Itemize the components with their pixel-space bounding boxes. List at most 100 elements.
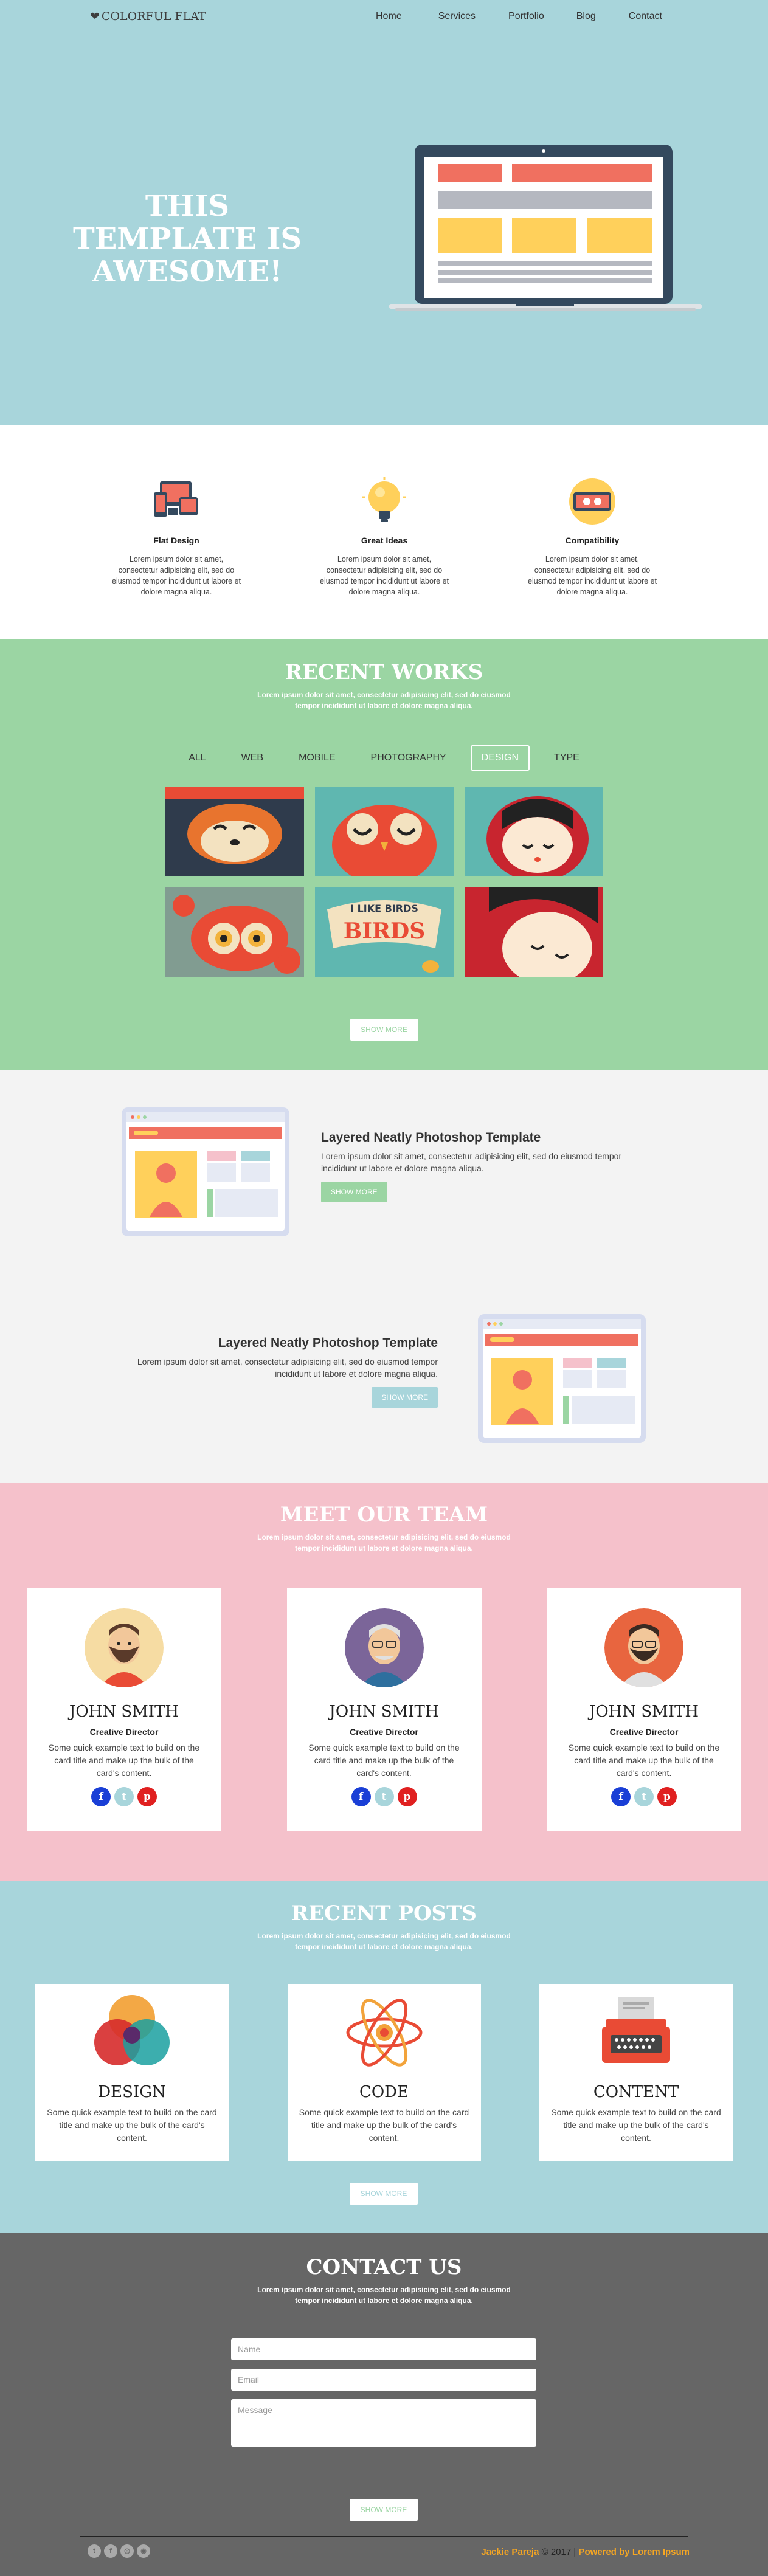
footer-author[interactable]: Jackie Pareja [481, 2547, 539, 2557]
devices-icon [154, 481, 198, 517]
team-cards: JOHN SMITH Creative Director Some quick … [27, 1588, 741, 1831]
promo-show-more-button[interactable]: SHOW MORE [321, 1182, 387, 1202]
works-show-more-button[interactable]: SHOW MORE [350, 1019, 418, 1041]
nav-link-contact[interactable]: Contact [629, 11, 662, 22]
nav-link-portfolio[interactable]: Portfolio [508, 11, 544, 22]
filter-mobile[interactable]: MOBILE [288, 745, 346, 771]
lightbulb-icon [362, 477, 406, 522]
member-bio: Some quick example text to build on the … [308, 1743, 460, 1778]
promo-text: Lorem ipsum dolor sit amet, consectetur … [321, 1151, 622, 1173]
pinterest-icon[interactable]: p [137, 1787, 157, 1806]
filter-photography[interactable]: PHOTOGRAPHY [360, 745, 457, 771]
feature-great-ideas: Great Ideas Lorem ipsum dolor sit amet, … [311, 425, 457, 598]
filter-design[interactable]: DESIGN [470, 745, 530, 771]
twitter-icon[interactable]: t [114, 1787, 134, 1806]
twitter-icon[interactable]: t [634, 1787, 654, 1806]
member-bio: Some quick example text to build on the … [48, 1743, 200, 1778]
promo-show-more-button[interactable]: SHOW MORE [372, 1387, 438, 1408]
footer-copyright: © 2017 | [541, 2547, 576, 2557]
post-card[interactable]: DESIGN Some quick example text to build … [35, 1984, 229, 2161]
feature-title: Great Ideas [361, 536, 408, 545]
facebook-icon[interactable]: f [91, 1787, 111, 1806]
member-role: Creative Director [609, 1727, 679, 1737]
message-field[interactable]: Message [231, 2399, 536, 2447]
feature-text: Lorem ipsum dolor sit amet, consectetur … [320, 555, 449, 596]
nav-menu: Home Services Portfolio Blog Contact [376, 11, 662, 22]
section-title: RECENT WORKS [285, 660, 483, 684]
email-field[interactable]: Email [231, 2369, 536, 2391]
posts-show-more-button[interactable]: SHOW MORE [350, 2183, 418, 2205]
footer-divider [80, 2536, 688, 2537]
post-text: Some quick example text to build on the … [299, 2107, 469, 2143]
pinterest-icon[interactable]: p [657, 1787, 677, 1806]
footer-credit: Jackie Pareja © 2017 | Powered by Lorem … [481, 2547, 690, 2557]
browser-illustration-1 [122, 1107, 289, 1236]
team-card: JOHN SMITH Creative Director Some quick … [27, 1588, 221, 1831]
brand-name: COLORFUL FLAT [101, 10, 206, 23]
compatibility-icon [569, 478, 615, 525]
heart-icon: ❤ [90, 10, 100, 23]
color-circles-icon [94, 1995, 170, 2065]
facebook-icon[interactable]: f [104, 2544, 117, 2558]
gallery-item-owl-eyes[interactable] [165, 887, 304, 977]
post-text: Some quick example text to build on the … [551, 2107, 721, 2143]
contact-submit-button[interactable]: SHOW MORE [350, 2499, 418, 2521]
section-title: MEET OUR TEAM [280, 1503, 488, 1527]
section-title: RECENT POSTS [291, 1901, 477, 1926]
laptop-illustration [389, 145, 702, 311]
member-name: JOHN SMITH [589, 1703, 699, 1721]
section-subtitle: Lorem ipsum dolor sit amet, consectetur … [257, 690, 511, 710]
facebook-icon[interactable]: f [351, 1787, 371, 1806]
gallery-item-birds[interactable]: I LIKE BIRDS BIRDS [314, 887, 454, 977]
promo-title: Layered Neatly Photoshop Template [218, 1336, 438, 1350]
member-name: JOHN SMITH [329, 1703, 439, 1721]
team-section: MEET OUR TEAM Lorem ipsum dolor sit amet… [0, 1483, 768, 1881]
avatar [344, 1608, 424, 1687]
nav-link-home[interactable]: Home [376, 11, 402, 22]
filter-type[interactable]: TYPE [543, 745, 590, 771]
brand-logo[interactable]: ❤ COLORFUL FLAT [90, 10, 206, 23]
dribbble-icon[interactable]: ◉ [137, 2544, 150, 2558]
gallery-item-sleeping-girl[interactable] [464, 887, 603, 977]
social-links: f t p [547, 1787, 741, 1806]
filter-web[interactable]: WEB [230, 745, 274, 771]
typewriter-icon [602, 1997, 670, 2063]
nav-link-services[interactable]: Services [438, 11, 476, 22]
member-role: Creative Director [89, 1727, 159, 1737]
nav-link-blog[interactable]: Blog [576, 11, 596, 22]
works-gallery: I LIKE BIRDS BIRDS [0, 787, 768, 977]
feature-compatibility: Compatibility Lorem ipsum dolor sit amet… [519, 425, 665, 598]
feature-title: Compatibility [565, 536, 620, 545]
post-card[interactable]: CODE Some quick example text to build on… [287, 1984, 481, 2161]
svg-text:BIRDS: BIRDS [343, 918, 424, 944]
atom-icon [346, 1999, 422, 2067]
post-title: CODE [359, 2083, 409, 2101]
gallery-item-owl[interactable] [314, 787, 454, 876]
instagram-icon[interactable]: ◎ [120, 2544, 134, 2558]
contact-form: Name Email Message [231, 2338, 536, 2455]
gallery-item-fox[interactable] [165, 787, 304, 876]
hero-title: THIS TEMPLATE IS AWESOME! [72, 189, 302, 289]
avatar [604, 1608, 683, 1687]
social-links: f t p [27, 1787, 221, 1806]
recent-works-section: RECENT WORKS Lorem ipsum dolor sit amet,… [0, 639, 768, 1070]
gallery-item-girl[interactable] [464, 787, 603, 876]
avatar [85, 1608, 164, 1687]
section-subtitle: Lorem ipsum dolor sit amet, consectetur … [257, 1533, 511, 1552]
birds-caption: I LIKE BIRDS [350, 903, 418, 914]
feature-text: Lorem ipsum dolor sit amet, consectetur … [528, 555, 657, 596]
facebook-icon[interactable]: f [611, 1787, 631, 1806]
feature-text: Lorem ipsum dolor sit amet, consectetur … [112, 555, 241, 596]
twitter-icon[interactable]: t [88, 2544, 101, 2558]
post-card[interactable]: CONTENT Some quick example text to build… [539, 1984, 733, 2161]
twitter-icon[interactable]: t [374, 1787, 394, 1806]
name-field[interactable]: Name [231, 2338, 536, 2360]
recent-posts-section: RECENT POSTS Lorem ipsum dolor sit amet,… [0, 1881, 768, 2233]
feature-flat-design: Flat Design Lorem ipsum dolor sit amet, … [103, 425, 249, 598]
filter-all[interactable]: ALL [178, 745, 216, 771]
post-cards: DESIGN Some quick example text to build … [35, 1984, 733, 2161]
member-role: Creative Director [350, 1727, 418, 1737]
filter-bar: ALL WEB MOBILE PHOTOGRAPHY DESIGN TYPE [0, 745, 768, 771]
pinterest-icon[interactable]: p [397, 1787, 417, 1806]
footer-powered-by[interactable]: Powered by Lorem Ipsum [578, 2547, 690, 2557]
